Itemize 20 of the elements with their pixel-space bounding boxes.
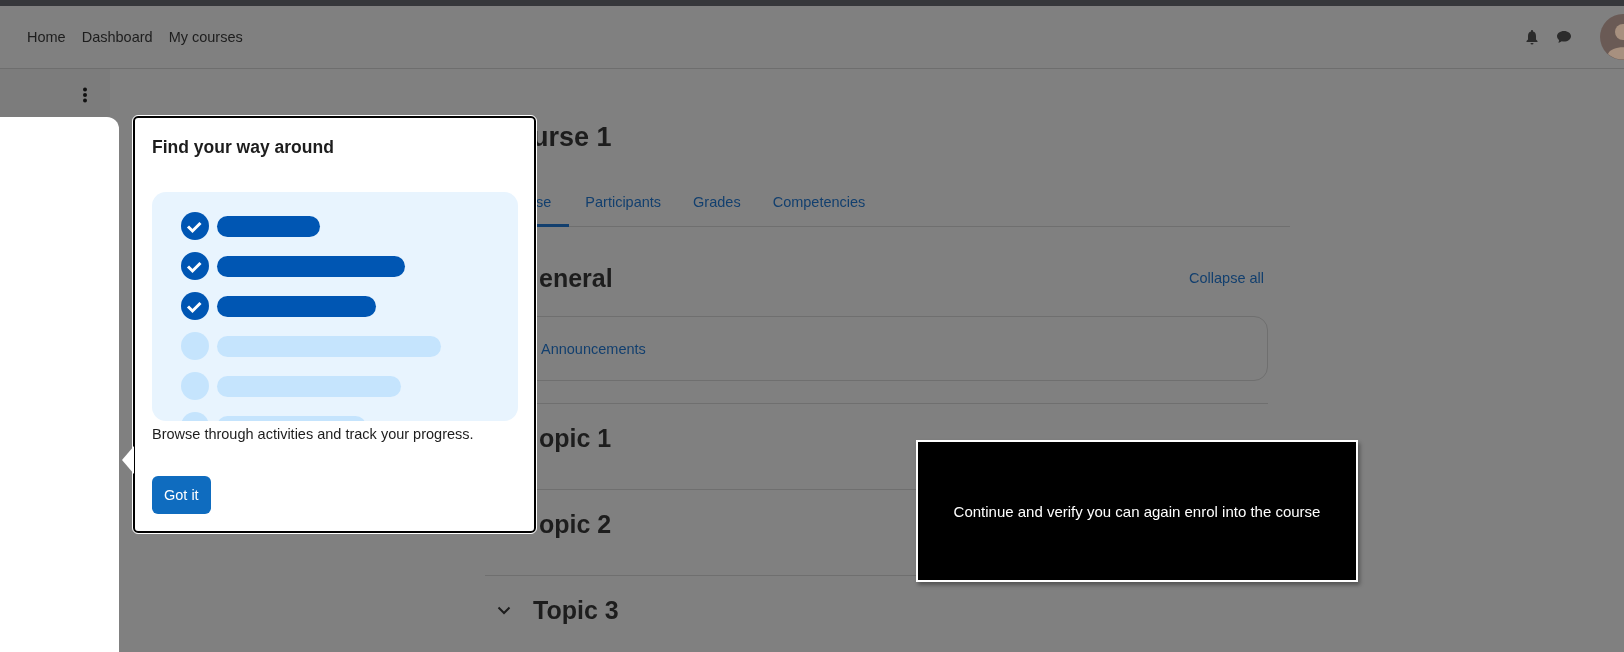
section-title: eneral [539,263,613,293]
chevron-down-icon[interactable] [497,605,511,615]
notification-bell-icon[interactable] [1524,29,1540,45]
nav-link[interactable]: My courses [160,29,251,45]
collapse-all-link[interactable]: Collapse all [1189,270,1264,286]
course-tab[interactable]: Competencies [756,183,882,227]
chat-bubble-icon[interactable] [1556,29,1572,45]
nav-link[interactable]: Home [19,29,74,45]
popover-text: Browse through activities and track your progress. [152,426,475,442]
section-title: opic 1 [539,423,612,453]
section-title: Topic 3 [533,595,619,625]
popover-title: Find your way around [152,137,335,158]
course-tab[interactable]: Participants [569,183,678,227]
section-title: opic 2 [539,509,612,539]
nav-link[interactable]: Dashboard [73,29,161,45]
course-tab[interactable]: Grades [677,183,757,227]
got-it-button[interactable]: Got it [152,476,211,514]
more-options-icon[interactable] [82,87,88,103]
notice-text: Continue and verify you can again enrol into the course [953,502,1321,520]
activity-link[interactable]: Announcements [541,340,646,357]
